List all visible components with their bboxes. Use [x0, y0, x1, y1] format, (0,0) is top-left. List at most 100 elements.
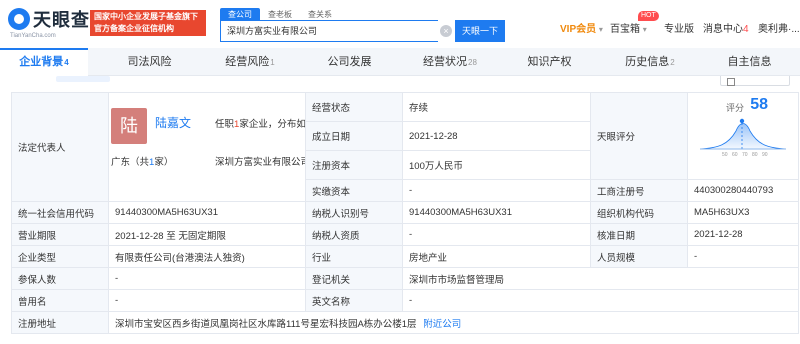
hot-badge: HOT	[638, 11, 659, 21]
desc-prefix: 任职	[215, 119, 235, 130]
industry-value: 房地产业	[402, 245, 591, 268]
tab-company-background[interactable]: 企业背景4	[0, 48, 88, 76]
vip-link[interactable]: VIP会员 ▾	[560, 20, 603, 40]
tab-count: 2	[670, 58, 675, 67]
score-label: 天眼评分	[590, 92, 688, 180]
tick-80: 80	[752, 152, 758, 157]
legal-rep-label: 法定代表人	[11, 92, 109, 202]
tab-label: 公司发展	[327, 56, 372, 68]
bell-curve	[699, 123, 787, 150]
legal-rep-desc: 任职1家企业，分布如下	[215, 116, 306, 130]
tab-ip[interactable]: 知识产权	[500, 48, 600, 76]
address-value: 深圳市宝安区西乡街道凤凰岗社区水库路111号星宏科技园A栋办公楼1层	[115, 318, 417, 330]
nearby-companies-link[interactable]: 附近公司	[423, 319, 461, 330]
section-note	[56, 76, 110, 82]
search-button[interactable]: 天眼一下	[455, 20, 505, 42]
tax-qual-label: 纳税人资质	[305, 223, 403, 246]
tab-operating-status[interactable]: 经营状况28	[400, 48, 500, 76]
export-button[interactable]	[720, 76, 790, 86]
company-type-label: 企业类型	[11, 245, 109, 268]
tab-count: 28	[468, 58, 477, 67]
credit-code-label: 统一社会信用代码	[11, 201, 109, 224]
desc-suffix: 家企业，分布如下	[239, 119, 306, 130]
eye-logo-icon	[8, 8, 30, 30]
tax-qual-value: -	[402, 223, 591, 246]
english-name-value: -	[402, 289, 799, 312]
address-cell: 深圳市宝安区西乡街道凤凰岗社区水库路111号星宏科技园A栋办公楼1层 附近公司	[108, 311, 799, 334]
tax-id-value: 91440300MA5H63UX31	[402, 201, 591, 224]
org-code-label: 组织机构代码	[590, 201, 688, 224]
approve-date-value: 2021-12-28	[687, 223, 799, 246]
promo-line-2: 官方备案企业征信机构	[94, 24, 174, 33]
tab-business-risk[interactable]: 经营风险1	[200, 48, 300, 76]
logo[interactable]: 天眼查 TianYanCha.com	[8, 6, 90, 40]
region-prefix: 广东（共	[111, 157, 150, 168]
tab-label: 自主信息	[727, 56, 772, 68]
term-label: 营业期限	[11, 223, 109, 246]
insured-value: -	[108, 267, 306, 290]
pro-link[interactable]: 专业版	[664, 20, 694, 40]
tab-count: 4	[64, 58, 69, 67]
staff-size-value: -	[687, 245, 799, 268]
promo-banner[interactable]: 国家中小企业发展子基金旗下 官方备案企业征信机构	[90, 10, 206, 36]
messages-link[interactable]: 消息中心4	[703, 20, 749, 40]
tick-70: 70	[742, 152, 748, 157]
legal-rep-company[interactable]: 深圳方富实业有限公司	[215, 154, 305, 168]
score-distribution-chart: 50 60 70 80 90	[699, 118, 787, 157]
org-code-value: MA5H63UX3	[687, 201, 799, 224]
paid-capital-label: 实缴资本	[305, 179, 403, 202]
tab-count: 1	[270, 58, 275, 67]
credit-code-value: 91440300MA5H63UX31	[108, 201, 306, 224]
legal-rep-name[interactable]: 陆嘉文	[155, 114, 191, 131]
founded-value: 2021-12-28	[402, 121, 591, 151]
score-cell[interactable]: 评分 58 50 60 70 80 90	[687, 92, 799, 180]
address-label: 注册地址	[11, 311, 109, 334]
section-tabs: 企业背景4 司法风险 经营风险1 公司发展 经营状况28 知识产权 历史信息2 …	[0, 48, 800, 76]
tab-label: 企业背景	[19, 56, 64, 68]
paid-capital-value: -	[402, 179, 591, 202]
messages-count: 4	[743, 24, 749, 35]
tab-judicial-risk[interactable]: 司法风险	[100, 48, 200, 76]
authority-value: 深圳市市场监督管理局	[402, 267, 799, 290]
search-input[interactable]: 深圳方富实业有限公司	[220, 20, 438, 42]
region-suffix: 家）	[154, 157, 174, 168]
reg-no-value: 440300280440793	[687, 179, 799, 202]
baibaoxiang-label: 百宝箱	[610, 24, 640, 35]
approve-date-label: 核准日期	[590, 223, 688, 246]
industry-label: 行业	[305, 245, 403, 268]
former-name-value: -	[108, 289, 306, 312]
score-value: 58	[750, 96, 768, 113]
score-caption: 评分	[725, 103, 744, 113]
former-name-label: 曾用名	[11, 289, 109, 312]
tab-history[interactable]: 历史信息2	[600, 48, 700, 76]
english-name-label: 英文名称	[305, 289, 403, 312]
tab-company-development[interactable]: 公司发展	[300, 48, 400, 76]
tick-50: 50	[722, 152, 728, 157]
founded-label: 成立日期	[305, 121, 403, 151]
tab-self-info[interactable]: 自主信息	[700, 48, 800, 76]
promo-line-1: 国家中小企业发展子基金旗下	[94, 12, 198, 21]
capital-label: 注册资本	[305, 150, 403, 180]
status-value: 存续	[402, 92, 591, 122]
baibaoxiang-link[interactable]: 百宝箱 ▾ HOT	[610, 11, 659, 40]
legal-rep-region[interactable]: 广东（共1家）	[111, 154, 173, 168]
reg-no-label: 工商注册号	[590, 179, 688, 202]
tick-60: 60	[732, 152, 738, 157]
user-menu[interactable]: 奥利弗·...	[758, 20, 800, 40]
status-label: 经营状态	[305, 92, 403, 122]
tab-label: 经营风险	[225, 56, 270, 68]
tick-90: 90	[762, 152, 768, 157]
section-header-strip	[0, 76, 800, 92]
tab-label: 经营状况	[423, 56, 468, 68]
tab-label: 知识产权	[527, 56, 572, 68]
score-marker-dot	[739, 118, 745, 124]
capital-value: 100万人民币	[402, 150, 591, 180]
business-info-table: 法定代表人 陆 陆嘉文 任职1家企业，分布如下 广东（共1家） 深圳方富实业有限…	[11, 92, 799, 334]
tax-id-label: 纳税人识别号	[305, 201, 403, 224]
avatar[interactable]: 陆	[111, 108, 147, 144]
legal-rep-cell: 陆 陆嘉文 任职1家企业，分布如下 广东（共1家） 深圳方富实业有限公司	[108, 92, 306, 202]
tab-label: 司法风险	[127, 56, 172, 68]
clear-icon[interactable]: ×	[440, 25, 452, 37]
tab-label: 历史信息	[625, 56, 670, 68]
chevron-down-icon: ▾	[598, 25, 603, 34]
